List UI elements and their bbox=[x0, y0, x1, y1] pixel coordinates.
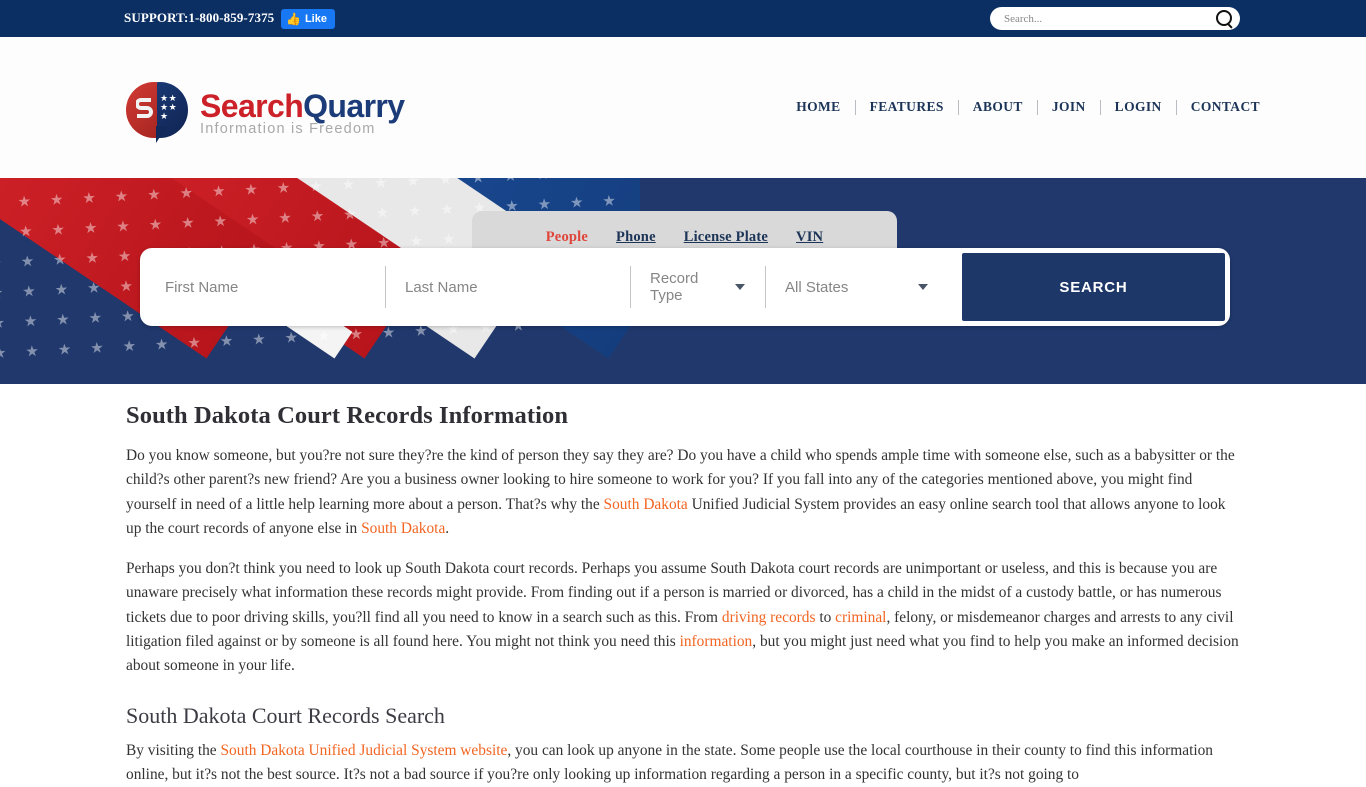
chevron-down-icon bbox=[918, 284, 928, 290]
link-information[interactable]: information bbox=[680, 633, 753, 650]
state-select[interactable]: All States bbox=[765, 253, 950, 321]
support-phone: SUPPORT:1-800-859-7375 bbox=[124, 10, 275, 25]
last-name-field[interactable] bbox=[385, 253, 630, 321]
link-south-dakota-1[interactable]: South Dakota bbox=[604, 496, 688, 513]
tab-phone[interactable]: Phone bbox=[616, 229, 656, 246]
article-content: South Dakota Court Records Information D… bbox=[0, 384, 1366, 787]
tab-vin[interactable]: VIN bbox=[796, 229, 823, 246]
magnifier-icon[interactable] bbox=[1214, 9, 1234, 29]
p3-text-a: By visiting the bbox=[126, 741, 221, 759]
link-driving-records[interactable]: driving records bbox=[722, 609, 816, 626]
logo-emblem-icon: ★★ ★★ ★ bbox=[126, 82, 188, 144]
first-name-input[interactable] bbox=[145, 253, 385, 321]
chevron-down-icon bbox=[735, 284, 745, 290]
article-heading: South Dakota Court Records Information bbox=[126, 402, 569, 429]
article-paragraph-1: Do you know someone, but you?re not sure… bbox=[126, 444, 1240, 541]
nav-item-contact[interactable]: CONTACT bbox=[1177, 99, 1274, 115]
nav-item-login[interactable]: LOGIN bbox=[1101, 99, 1176, 115]
site-logo[interactable]: ★★ ★★ ★ SearchQuarry Information is Freedo… bbox=[126, 82, 405, 144]
logo-word-quarry: Quarry bbox=[303, 87, 405, 124]
link-sd-ujs-website[interactable]: South Dakota Unified Judicial System web… bbox=[221, 742, 508, 759]
like-button-label: Like bbox=[304, 13, 327, 25]
tab-license-plate[interactable]: License Plate bbox=[684, 229, 768, 246]
hero-banner: ★★★★★★★★★★★★★★★★★★★★★★★★★★★★★★★★★★★★★★★★… bbox=[0, 178, 1366, 384]
main-navigation: HOME FEATURES ABOUT JOIN LOGIN CONTACT bbox=[782, 99, 1274, 115]
state-label: All States bbox=[785, 278, 849, 296]
last-name-input[interactable] bbox=[385, 253, 630, 321]
logo-wordmark: SearchQuarry bbox=[200, 87, 405, 124]
article-paragraph-3: By visiting the South Dakota Unified Jud… bbox=[126, 739, 1240, 787]
article-subheading: South Dakota Court Records Search bbox=[126, 702, 445, 728]
facebook-like-button[interactable]: 👍 Like bbox=[281, 9, 335, 29]
site-header: ★★ ★★ ★ SearchQuarry Information is Freedo… bbox=[0, 37, 1366, 211]
p2-text-b: to bbox=[815, 608, 836, 626]
search-submit-button[interactable]: SEARCH bbox=[962, 253, 1225, 321]
site-search-input[interactable] bbox=[1002, 11, 1214, 26]
search-form: Record Type All States SEARCH bbox=[140, 248, 1230, 326]
nav-item-home[interactable]: HOME bbox=[782, 99, 854, 115]
tab-people[interactable]: People bbox=[546, 229, 588, 246]
logo-stars-icon: ★★ ★★ ★ bbox=[160, 93, 178, 121]
record-type-field[interactable]: Record Type bbox=[630, 253, 765, 321]
first-name-field[interactable] bbox=[145, 253, 385, 321]
link-criminal[interactable]: criminal bbox=[835, 609, 886, 626]
logo-tagline: Information is Freedom bbox=[200, 120, 376, 137]
record-type-label: Record Type bbox=[650, 270, 699, 304]
nav-item-features[interactable]: FEATURES bbox=[856, 99, 958, 115]
site-search-box[interactable] bbox=[990, 7, 1240, 30]
link-south-dakota-2[interactable]: South Dakota bbox=[361, 520, 445, 537]
nav-item-about[interactable]: ABOUT bbox=[959, 99, 1037, 115]
logo-s-glyph-icon bbox=[136, 98, 153, 118]
state-field[interactable]: All States bbox=[765, 253, 950, 321]
logo-word-search: Search bbox=[200, 87, 304, 124]
nav-item-join[interactable]: JOIN bbox=[1038, 99, 1100, 115]
p1-text-c: . bbox=[445, 519, 450, 537]
thumbs-up-icon: 👍 bbox=[286, 12, 301, 26]
utility-topbar: SUPPORT:1-800-859-7375 👍 Like bbox=[0, 0, 1366, 37]
article-paragraph-2: Perhaps you don?t think you need to look… bbox=[126, 557, 1240, 678]
record-type-select[interactable]: Record Type bbox=[630, 253, 765, 321]
